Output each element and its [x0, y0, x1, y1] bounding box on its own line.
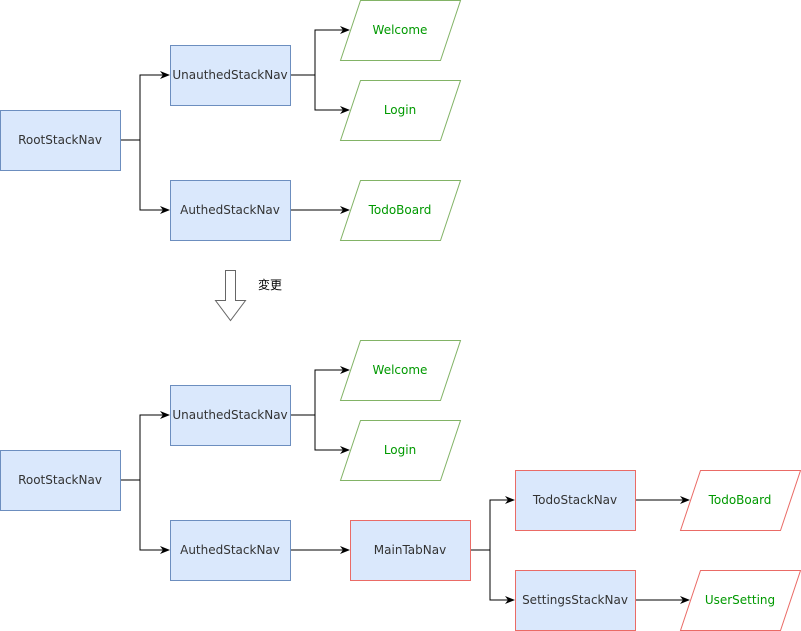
edge-root-authed	[120, 479, 170, 554]
screen-label: Login	[384, 103, 416, 117]
screen-label: TodoBoard	[368, 203, 432, 217]
node-label: AuthedStackNav	[180, 543, 280, 557]
node-unauthed-stack-nav[interactable]: UnauthedStackNav	[170, 385, 291, 446]
edge-maintab-settingsstack	[470, 549, 515, 604]
node-label: MainTabNav	[374, 543, 446, 557]
screen-label: TodoBoard	[708, 493, 772, 507]
screen-todoboard[interactable]: TodoBoard	[679, 470, 801, 531]
node-root-stack-nav[interactable]: RootStackNav	[0, 110, 121, 171]
screen-todoboard[interactable]: TodoBoard	[339, 180, 462, 241]
node-label: TodoStackNav	[532, 493, 617, 507]
node-authed-stack-nav[interactable]: AuthedStackNav	[170, 520, 291, 581]
node-label: RootStackNav	[18, 133, 102, 147]
screen-welcome[interactable]: Welcome	[339, 340, 462, 401]
edge-root-unauthed	[120, 411, 170, 481]
screen-label: Welcome	[373, 23, 428, 37]
edge-unauthed-welcome	[290, 26, 350, 76]
node-settings-stack-nav[interactable]: SettingsStackNav	[515, 570, 636, 631]
node-label: AuthedStackNav	[180, 203, 280, 217]
edge-unauthed-welcome	[290, 366, 350, 416]
navigation-diagram: RootStackNav UnauthedStackNav AuthedStac…	[0, 0, 801, 631]
screen-usersetting[interactable]: UserSetting	[679, 570, 801, 631]
screen-login[interactable]: Login	[339, 80, 462, 141]
edge-root-authed	[120, 139, 170, 214]
edge-root-unauthed	[120, 71, 170, 141]
edge-unauthed-login	[290, 74, 350, 114]
edge-maintab-todostack	[470, 496, 515, 551]
transition-indicator: 変更	[214, 270, 282, 322]
screen-welcome[interactable]: Welcome	[339, 0, 462, 61]
node-authed-stack-nav[interactable]: AuthedStackNav	[170, 180, 291, 241]
node-main-tab-nav[interactable]: MainTabNav	[350, 520, 471, 581]
screen-login[interactable]: Login	[339, 420, 462, 481]
node-label: UnauthedStackNav	[172, 408, 287, 422]
node-label: UnauthedStackNav	[172, 68, 287, 82]
node-label: RootStackNav	[18, 473, 102, 487]
screen-label: UserSetting	[705, 593, 775, 607]
node-todo-stack-nav[interactable]: TodoStackNav	[515, 470, 636, 531]
before-diagram: RootStackNav UnauthedStackNav AuthedStac…	[0, 0, 462, 241]
edge-unauthed-login	[290, 414, 350, 454]
transition-label: 変更	[258, 277, 282, 292]
after-diagram: RootStackNav UnauthedStackNav AuthedStac…	[0, 340, 801, 631]
node-root-stack-nav[interactable]: RootStackNav	[0, 450, 121, 511]
screen-label: Welcome	[373, 363, 428, 377]
screen-label: Login	[384, 443, 416, 457]
down-arrow-icon	[214, 270, 247, 322]
node-label: SettingsStackNav	[522, 593, 628, 607]
node-unauthed-stack-nav[interactable]: UnauthedStackNav	[170, 45, 291, 106]
